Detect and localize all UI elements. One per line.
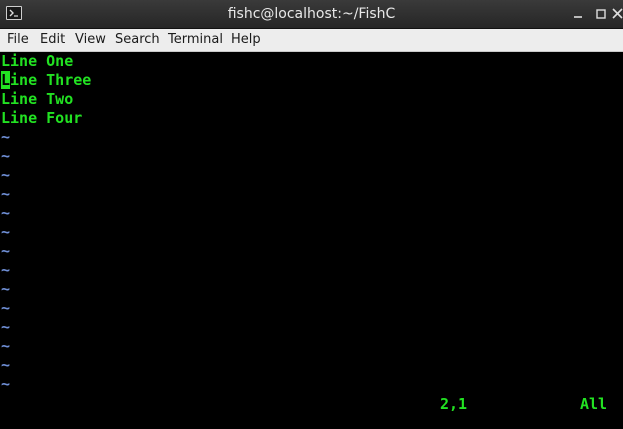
maximize-icon[interactable] [595, 8, 607, 20]
title-bar[interactable]: fishc@localhost:~/FishC [0, 0, 623, 29]
menu-search[interactable]: Search [115, 29, 160, 51]
empty-line-marker: ~ [1, 185, 11, 203]
empty-line-marker: ~ [1, 375, 11, 393]
terminal-area[interactable]: Line One Line Three Line Two Line Four ~… [0, 52, 623, 429]
terminal-window: fishc@localhost:~/FishC File Edit View S… [0, 0, 623, 429]
empty-line-marker: ~ [1, 337, 11, 355]
buffer-line-3: Line Two [1, 90, 74, 108]
window-title: fishc@localhost:~/FishC [227, 6, 396, 22]
buffer-line-4: Line Four [1, 109, 83, 127]
menu-terminal[interactable]: Terminal [168, 29, 223, 51]
empty-line-marker: ~ [1, 299, 11, 317]
empty-line-marker: ~ [1, 223, 11, 241]
empty-line-marker: ~ [1, 242, 11, 260]
menu-edit[interactable]: Edit [40, 29, 65, 51]
cursor-position: 2,1 [440, 395, 468, 413]
text-cursor: L [1, 71, 11, 89]
close-icon[interactable] [612, 7, 623, 19]
empty-line-marker: ~ [1, 128, 11, 146]
buffer-line-2: Line Three [1, 71, 91, 90]
buffer-line-2-rest: ine Three [10, 71, 92, 89]
empty-line-marker: ~ [1, 318, 11, 336]
empty-line-marker: ~ [1, 261, 11, 279]
menu-file[interactable]: File [7, 29, 29, 51]
empty-line-marker: ~ [1, 356, 11, 374]
buffer-line-1: Line One [1, 52, 74, 70]
menu-view[interactable]: View [75, 29, 106, 51]
minimize-icon[interactable] [572, 8, 584, 20]
empty-line-marker: ~ [1, 147, 11, 165]
view-position: All [580, 395, 608, 413]
empty-line-marker: ~ [1, 204, 11, 222]
menu-help[interactable]: Help [231, 29, 261, 51]
menu-bar: File Edit View Search Terminal Help [0, 29, 623, 52]
empty-line-marker: ~ [1, 280, 11, 298]
empty-line-marker: ~ [1, 166, 11, 184]
